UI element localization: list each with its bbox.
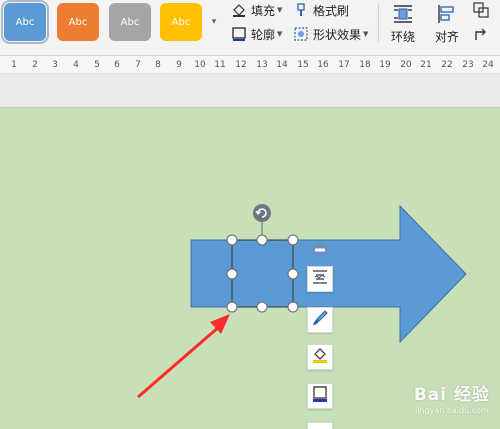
ruler-tick: 24: [482, 60, 494, 70]
ruler-tick: 18: [359, 60, 371, 70]
watermark-logo: Bai 经验: [413, 385, 490, 405]
ruler-tick: 2: [32, 60, 38, 70]
align-button[interactable]: 对齐: [428, 0, 466, 46]
shape-effects-button[interactable]: 形状效果 ▼: [292, 24, 368, 44]
ruler-tick: 16: [317, 60, 329, 70]
shape-style-blue[interactable]: Abc: [1, 0, 49, 44]
shape-style-yellow[interactable]: Abc: [160, 3, 202, 41]
document-canvas: Bai 经验 jingyan.baidu.com: [0, 108, 500, 429]
shape-style-orange[interactable]: Abc: [57, 3, 99, 41]
group-button[interactable]: [472, 0, 500, 20]
resize-handle[interactable]: [287, 301, 299, 313]
ruler-tick: 14: [276, 60, 288, 70]
format-painter-label: 格式刷: [313, 3, 350, 18]
outline-label: 轮廓: [251, 27, 276, 42]
resize-handle[interactable]: [256, 301, 268, 313]
brush-icon: [311, 309, 329, 331]
ribbon-toolbar: Abc Abc Abc Abc ▾ 填充 ▼ 格式刷 轮廓 ▼ 形状效果 ▼ 环…: [0, 0, 500, 56]
ruler-tick: 23: [462, 60, 474, 70]
ruler-tick: 10: [194, 60, 206, 70]
format-painter-button[interactable]: 格式刷: [292, 0, 349, 20]
ruler-tick: 6: [114, 60, 120, 70]
collapse-icon[interactable]: [312, 242, 328, 258]
ruler-tick: 20: [400, 60, 412, 70]
baidu-jingyan-watermark: Bai 经验 jingyan.baidu.com: [414, 380, 490, 415]
outline-icon: [311, 385, 329, 407]
ruler-tick: 11: [214, 60, 226, 70]
ruler-tick: 19: [379, 60, 391, 70]
resize-handle[interactable]: [226, 234, 238, 246]
fill-icon: [311, 346, 329, 368]
wrap-button[interactable]: 环绕: [384, 0, 422, 46]
wrap-label: 环绕: [390, 30, 415, 44]
resize-handle[interactable]: [287, 234, 299, 246]
rotate-handle[interactable]: [253, 204, 271, 222]
fill-label: 填充: [251, 3, 276, 18]
ruler-tick: 12: [235, 60, 247, 70]
ruler-tick: 7: [135, 60, 141, 70]
resize-handle[interactable]: [226, 301, 238, 313]
outline-shortcut-button[interactable]: [307, 383, 333, 409]
shape-effects-icon: [292, 25, 310, 43]
align-icon: [435, 2, 459, 26]
outline-icon: [230, 25, 248, 43]
ruler-tick: 3: [52, 60, 58, 70]
fill-icon: [230, 1, 248, 19]
resize-handle[interactable]: [287, 268, 299, 280]
align-label: 对齐: [434, 30, 459, 44]
ruler-tick: 13: [256, 60, 268, 70]
wrap-text-icon: [311, 268, 329, 290]
group-icon: [472, 1, 490, 19]
wrap-text-icon: [391, 2, 415, 26]
ruler-tick: 22: [441, 60, 453, 70]
shape-style-gallery: Abc Abc Abc Abc ▾: [0, 0, 222, 47]
ruler-tick: 21: [420, 60, 432, 70]
ruler-tick: 4: [73, 60, 79, 70]
gallery-more-icon[interactable]: ▾: [210, 14, 218, 30]
ruler-tick: 9: [176, 60, 182, 70]
rotate-button[interactable]: [472, 24, 500, 44]
ruler-tick: 1: [11, 60, 17, 70]
watermark-url: jingyan.baidu.com: [414, 406, 489, 415]
page-margin-area: [0, 74, 500, 108]
ruler-tick: 15: [297, 60, 309, 70]
horizontal-ruler: 1 2 3 4 5 6 7 8 9 10 11 12 13 14 15 16 1…: [0, 56, 500, 74]
ribbon-divider: [378, 4, 379, 42]
fill-button[interactable]: 填充 ▼: [230, 0, 282, 20]
layout-options-button[interactable]: [307, 266, 333, 292]
shape-style-gray[interactable]: Abc: [109, 3, 151, 41]
selected-rectangle[interactable]: [231, 239, 294, 308]
resize-handle[interactable]: [256, 234, 268, 246]
shape-effects-label: 形状效果: [313, 27, 362, 42]
rotate-icon: [472, 25, 490, 43]
more-options-button[interactable]: [307, 422, 333, 429]
chevron-down-icon: ▼: [277, 30, 283, 38]
chevron-down-icon: ▼: [277, 6, 283, 14]
red-pointer-arrow: [137, 314, 230, 399]
resize-handle[interactable]: [226, 268, 238, 280]
ruler-tick: 5: [94, 60, 100, 70]
ruler-tick: 17: [338, 60, 350, 70]
format-painter-icon: [292, 1, 310, 19]
outline-button[interactable]: 轮廓 ▼: [230, 24, 282, 44]
style-brush-button[interactable]: [307, 307, 333, 333]
chevron-down-icon: ▼: [363, 30, 369, 38]
fill-shortcut-button[interactable]: [307, 344, 333, 370]
ruler-tick: 8: [155, 60, 161, 70]
